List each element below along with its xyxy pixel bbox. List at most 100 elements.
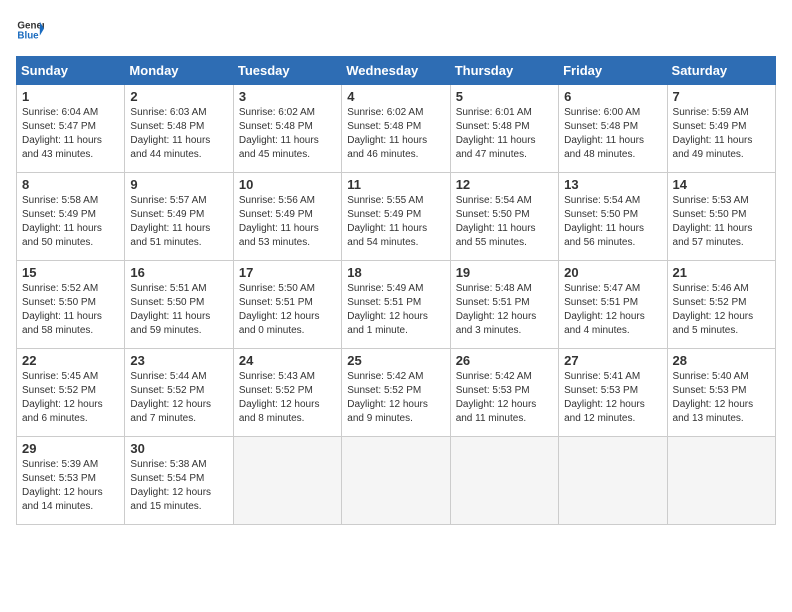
svg-text:Blue: Blue [17, 30, 39, 41]
day-info: Sunrise: 6:01 AMSunset: 5:48 PMDaylight:… [456, 106, 553, 162]
calendar-cell: 21 Sunrise: 5:46 AMSunset: 5:52 PMDayligh… [667, 261, 775, 349]
day-info: Sunrise: 5:54 AMSunset: 5:50 PMDaylight:… [564, 194, 661, 250]
day-number: 23 [130, 353, 227, 368]
calendar-row-2: 15 Sunrise: 5:52 AMSunset: 5:50 PMDayligh… [17, 261, 776, 349]
col-saturday: Saturday [667, 57, 775, 85]
calendar-cell [559, 437, 667, 525]
calendar-row-4: 29 Sunrise: 5:39 AMSunset: 5:53 PMDayligh… [17, 437, 776, 525]
day-info: Sunrise: 5:54 AMSunset: 5:50 PMDaylight:… [456, 194, 553, 250]
day-info: Sunrise: 5:38 AMSunset: 5:54 PMDaylight:… [130, 458, 227, 514]
calendar-cell: 29 Sunrise: 5:39 AMSunset: 5:53 PMDayligh… [17, 437, 125, 525]
day-info: Sunrise: 5:51 AMSunset: 5:50 PMDaylight:… [130, 282, 227, 338]
day-number: 10 [239, 177, 336, 192]
calendar-cell: 23 Sunrise: 5:44 AMSunset: 5:52 PMDayligh… [125, 349, 233, 437]
calendar-cell: 3 Sunrise: 6:02 AMSunset: 5:48 PMDaylight… [233, 85, 341, 173]
day-number: 29 [22, 441, 119, 456]
col-thursday: Thursday [450, 57, 558, 85]
day-number: 26 [456, 353, 553, 368]
day-info: Sunrise: 5:39 AMSunset: 5:53 PMDaylight:… [22, 458, 119, 514]
calendar-cell [667, 437, 775, 525]
day-info: Sunrise: 6:00 AMSunset: 5:48 PMDaylight:… [564, 106, 661, 162]
day-number: 16 [130, 265, 227, 280]
col-friday: Friday [559, 57, 667, 85]
calendar-cell: 24 Sunrise: 5:43 AMSunset: 5:52 PMDayligh… [233, 349, 341, 437]
page-header: General Blue [16, 16, 776, 44]
day-number: 17 [239, 265, 336, 280]
day-info: Sunrise: 5:55 AMSunset: 5:49 PMDaylight:… [347, 194, 444, 250]
day-number: 12 [456, 177, 553, 192]
calendar-cell: 9 Sunrise: 5:57 AMSunset: 5:49 PMDaylight… [125, 173, 233, 261]
day-number: 30 [130, 441, 227, 456]
calendar-cell: 19 Sunrise: 5:48 AMSunset: 5:51 PMDayligh… [450, 261, 558, 349]
day-info: Sunrise: 6:02 AMSunset: 5:48 PMDaylight:… [239, 106, 336, 162]
calendar-row-0: 1Sunrise: 6:04 AMSunset: 5:47 PMDaylight… [17, 85, 776, 173]
calendar-cell: 10 Sunrise: 5:56 AMSunset: 5:49 PMDayligh… [233, 173, 341, 261]
day-info: Sunrise: 5:52 AMSunset: 5:50 PMDaylight:… [22, 282, 119, 338]
day-info: Sunrise: 5:43 AMSunset: 5:52 PMDaylight:… [239, 370, 336, 426]
day-number: 14 [673, 177, 770, 192]
day-number: 24 [239, 353, 336, 368]
calendar-cell: 15 Sunrise: 5:52 AMSunset: 5:50 PMDayligh… [17, 261, 125, 349]
calendar-cell: 27 Sunrise: 5:41 AMSunset: 5:53 PMDayligh… [559, 349, 667, 437]
day-info: Sunrise: 5:53 AMSunset: 5:50 PMDaylight:… [673, 194, 770, 250]
day-number: 15 [22, 265, 119, 280]
day-number: 2 [130, 89, 227, 104]
calendar-cell [233, 437, 341, 525]
day-number: 3 [239, 89, 336, 104]
calendar-cell: 6 Sunrise: 6:00 AMSunset: 5:48 PMDaylight… [559, 85, 667, 173]
calendar-cell [342, 437, 450, 525]
calendar-cell: 25Sunrise: 5:42 AMSunset: 5:52 PMDayligh… [342, 349, 450, 437]
logo: General Blue [16, 16, 44, 44]
calendar-row-1: 8Sunrise: 5:58 AMSunset: 5:49 PMDaylight… [17, 173, 776, 261]
day-info: Sunrise: 6:03 AMSunset: 5:48 PMDaylight:… [130, 106, 227, 162]
calendar-cell: 5 Sunrise: 6:01 AMSunset: 5:48 PMDaylight… [450, 85, 558, 173]
day-number: 11 [347, 177, 444, 192]
day-number: 9 [130, 177, 227, 192]
calendar-cell: 16 Sunrise: 5:51 AMSunset: 5:50 PMDayligh… [125, 261, 233, 349]
day-number: 20 [564, 265, 661, 280]
col-monday: Monday [125, 57, 233, 85]
day-info: Sunrise: 5:58 AMSunset: 5:49 PMDaylight:… [22, 194, 119, 250]
day-info: Sunrise: 5:44 AMSunset: 5:52 PMDaylight:… [130, 370, 227, 426]
header-row: Sunday Monday Tuesday Wednesday Thursday… [17, 57, 776, 85]
day-number: 27 [564, 353, 661, 368]
calendar-cell: 26Sunrise: 5:42 AMSunset: 5:53 PMDayligh… [450, 349, 558, 437]
calendar-cell [450, 437, 558, 525]
calendar-cell: 11 Sunrise: 5:55 AMSunset: 5:49 PMDayligh… [342, 173, 450, 261]
calendar-cell: 20 Sunrise: 5:47 AMSunset: 5:51 PMDayligh… [559, 261, 667, 349]
day-number: 13 [564, 177, 661, 192]
calendar-cell: 28 Sunrise: 5:40 AMSunset: 5:53 PMDayligh… [667, 349, 775, 437]
col-sunday: Sunday [17, 57, 125, 85]
logo-icon: General Blue [16, 16, 44, 44]
day-info: Sunrise: 6:02 AMSunset: 5:48 PMDaylight:… [347, 106, 444, 162]
day-info: Sunrise: 5:48 AMSunset: 5:51 PMDaylight:… [456, 282, 553, 338]
day-info: Sunrise: 5:47 AMSunset: 5:51 PMDaylight:… [564, 282, 661, 338]
calendar-row-3: 22 Sunrise: 5:45 AMSunset: 5:52 PMDayligh… [17, 349, 776, 437]
day-info: Sunrise: 5:42 AMSunset: 5:52 PMDaylight:… [347, 370, 444, 426]
calendar-table: Sunday Monday Tuesday Wednesday Thursday… [16, 56, 776, 525]
day-number: 21 [673, 265, 770, 280]
calendar-cell: 4Sunrise: 6:02 AMSunset: 5:48 PMDaylight… [342, 85, 450, 173]
calendar-cell: 18Sunrise: 5:49 AMSunset: 5:51 PMDayligh… [342, 261, 450, 349]
col-wednesday: Wednesday [342, 57, 450, 85]
day-number: 22 [22, 353, 119, 368]
calendar-cell: 1Sunrise: 6:04 AMSunset: 5:47 PMDaylight… [17, 85, 125, 173]
col-tuesday: Tuesday [233, 57, 341, 85]
calendar-cell: 13 Sunrise: 5:54 AMSunset: 5:50 PMDayligh… [559, 173, 667, 261]
calendar-cell: 14 Sunrise: 5:53 AMSunset: 5:50 PMDayligh… [667, 173, 775, 261]
day-info: Sunrise: 5:57 AMSunset: 5:49 PMDaylight:… [130, 194, 227, 250]
day-number: 28 [673, 353, 770, 368]
day-info: Sunrise: 5:45 AMSunset: 5:52 PMDaylight:… [22, 370, 119, 426]
calendar-cell: 30 Sunrise: 5:38 AMSunset: 5:54 PMDayligh… [125, 437, 233, 525]
day-info: Sunrise: 5:41 AMSunset: 5:53 PMDaylight:… [564, 370, 661, 426]
day-info: Sunrise: 5:49 AMSunset: 5:51 PMDaylight:… [347, 282, 444, 338]
day-info: Sunrise: 5:46 AMSunset: 5:52 PMDaylight:… [673, 282, 770, 338]
calendar-cell: 2 Sunrise: 6:03 AMSunset: 5:48 PMDaylight… [125, 85, 233, 173]
day-number: 6 [564, 89, 661, 104]
calendar-cell: 17Sunrise: 5:50 AMSunset: 5:51 PMDayligh… [233, 261, 341, 349]
day-number: 5 [456, 89, 553, 104]
day-number: 19 [456, 265, 553, 280]
calendar-cell: 22 Sunrise: 5:45 AMSunset: 5:52 PMDayligh… [17, 349, 125, 437]
day-info: Sunrise: 5:40 AMSunset: 5:53 PMDaylight:… [673, 370, 770, 426]
day-info: Sunrise: 5:56 AMSunset: 5:49 PMDaylight:… [239, 194, 336, 250]
